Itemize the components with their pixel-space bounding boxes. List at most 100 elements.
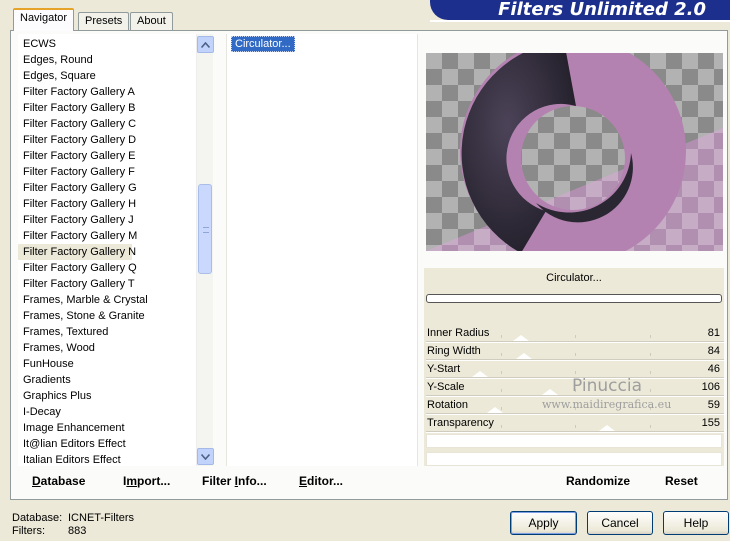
- reset-button[interactable]: Reset: [665, 474, 698, 488]
- scroll-down-button[interactable]: [197, 448, 214, 465]
- list-item[interactable]: Frames, Stone & Granite: [18, 308, 196, 324]
- apply-button[interactable]: Apply: [510, 511, 577, 535]
- list-item[interactable]: Edges, Round: [18, 52, 196, 68]
- circulator-preview: [426, 53, 723, 251]
- slider-tick: [650, 389, 651, 392]
- empty-parameter-row: [426, 452, 722, 466]
- param-label: Inner Radius: [427, 327, 490, 339]
- slider-thumb[interactable]: [472, 371, 488, 377]
- list-item[interactable]: Filter Factory Gallery C: [18, 116, 196, 132]
- filter-info-label: nfo...: [238, 474, 267, 488]
- slider-thumb[interactable]: [516, 353, 532, 359]
- list-item[interactable]: Filter Factory Gallery T: [18, 276, 196, 292]
- list-item[interactable]: Image Enhancement: [18, 420, 196, 436]
- watermark-url: www.maidiregrafica.eu: [542, 398, 672, 411]
- filter-name-label: Circulator...: [546, 272, 602, 284]
- slider-tick: [501, 389, 502, 392]
- tab-navigator[interactable]: Navigator: [13, 8, 75, 31]
- filter-info-button[interactable]: Filter Info...: [202, 474, 267, 488]
- database-button[interactable]: Database: [32, 474, 85, 488]
- list-item[interactable]: Frames, Wood: [18, 340, 196, 356]
- database-label: atabase: [40, 474, 86, 488]
- param-slider-row[interactable]: Inner Radius 81: [426, 326, 724, 344]
- list-item[interactable]: Frames, Marble & Crystal: [18, 292, 196, 308]
- list-item[interactable]: Filter Factory Gallery B: [18, 100, 196, 116]
- help-button[interactable]: Help: [663, 511, 729, 535]
- list-item[interactable]: Graphics Plus: [18, 388, 196, 404]
- slider-thumb[interactable]: [513, 335, 529, 341]
- param-label: Y-Scale: [427, 381, 465, 393]
- param-label: Rotation: [427, 399, 468, 411]
- param-label: Y-Start: [427, 363, 461, 375]
- slider-thumb[interactable]: [542, 389, 558, 395]
- effect-item-circulator[interactable]: Circulator...: [231, 36, 295, 52]
- preview-image: [426, 53, 723, 251]
- list-item[interactable]: FunHouse: [18, 356, 196, 372]
- param-track[interactable]: [426, 359, 724, 361]
- slider-tick: [575, 335, 576, 338]
- import-accel: m: [126, 474, 138, 488]
- param-track[interactable]: [426, 413, 724, 415]
- slider-tick: [650, 425, 651, 428]
- progress-bar: [426, 294, 722, 303]
- param-value: 59: [707, 399, 720, 411]
- list-item[interactable]: I-Decay: [18, 404, 196, 420]
- tab-presets[interactable]: Presets: [78, 12, 130, 30]
- slider-tick: [575, 371, 576, 374]
- editor-accel: E: [299, 474, 308, 488]
- param-label: Transparency: [427, 417, 494, 429]
- list-item[interactable]: Filter Factory Gallery E: [18, 148, 196, 164]
- list-item[interactable]: Filter Factory Gallery H: [18, 196, 196, 212]
- chevron-down-icon: [201, 453, 210, 460]
- param-value: 81: [707, 327, 720, 339]
- param-slider-row[interactable]: Ring Width 84: [426, 344, 724, 362]
- editor-button[interactable]: Editor...: [299, 474, 343, 488]
- list-item[interactable]: It@lian Editors Effect: [18, 436, 196, 452]
- list-item[interactable]: Filter Factory Gallery A: [18, 84, 196, 100]
- cancel-button[interactable]: Cancel: [587, 511, 653, 535]
- slider-tick: [501, 335, 502, 338]
- filter-category-list[interactable]: ECWS Edges, Round Edges, Square Filter Fact…: [18, 34, 196, 466]
- scroll-thumb[interactable]: [198, 184, 212, 274]
- list-item[interactable]: Edges, Square: [18, 68, 196, 84]
- parameter-panel: Circulator... Inner Radius 81 Ring Width 84…: [424, 268, 724, 466]
- slider-tick: [650, 353, 651, 356]
- list-item[interactable]: Frames, Textured: [18, 324, 196, 340]
- list-item[interactable]: Filter Factory Gallery J: [18, 212, 196, 228]
- list-item[interactable]: Filter Factory Gallery D: [18, 132, 196, 148]
- filters-status-label: Filters:: [12, 525, 45, 537]
- category-scrollbar[interactable]: [196, 34, 214, 466]
- slider-tick: [501, 353, 502, 356]
- filters-count-value: 883: [68, 525, 87, 537]
- slider-tick: [501, 425, 502, 428]
- import-button[interactable]: Import...: [123, 474, 170, 488]
- editor-label: ditor...: [307, 474, 344, 488]
- list-item[interactable]: Filter Factory Gallery Q: [18, 260, 196, 276]
- chevron-up-icon: [201, 41, 210, 48]
- param-track[interactable]: [426, 341, 724, 343]
- app-title-banner: Filters Unlimited 2.0: [430, 0, 730, 20]
- database-accel: D: [32, 474, 41, 488]
- list-item[interactable]: Filter Factory Gallery G: [18, 180, 196, 196]
- list-item[interactable]: ECWS: [18, 36, 196, 52]
- slider-tick: [575, 353, 576, 356]
- slider-tick: [650, 335, 651, 338]
- filter-info-label-pre: Filter: [202, 474, 235, 488]
- slider-thumb[interactable]: [599, 425, 615, 431]
- param-track[interactable]: [426, 431, 724, 433]
- effects-list[interactable]: Circulator...: [226, 34, 418, 466]
- slider-tick: [575, 425, 576, 428]
- param-value: 46: [707, 363, 720, 375]
- tab-about[interactable]: About: [130, 12, 173, 30]
- param-value: 155: [701, 417, 720, 429]
- list-item[interactable]: Gradients: [18, 372, 196, 388]
- scroll-up-button[interactable]: [197, 36, 214, 53]
- list-item[interactable]: Filter Factory Gallery F: [18, 164, 196, 180]
- list-item[interactable]: Filter Factory Gallery M: [18, 228, 196, 244]
- param-slider-row[interactable]: Transparency 155: [426, 416, 724, 434]
- import-label: port...: [137, 474, 171, 488]
- param-label: Ring Width: [427, 345, 481, 357]
- list-item[interactable]: Italian Editors Effect: [18, 452, 196, 466]
- list-item[interactable]: Filter Factory Gallery N: [18, 244, 136, 260]
- randomize-button[interactable]: Randomize: [566, 474, 630, 488]
